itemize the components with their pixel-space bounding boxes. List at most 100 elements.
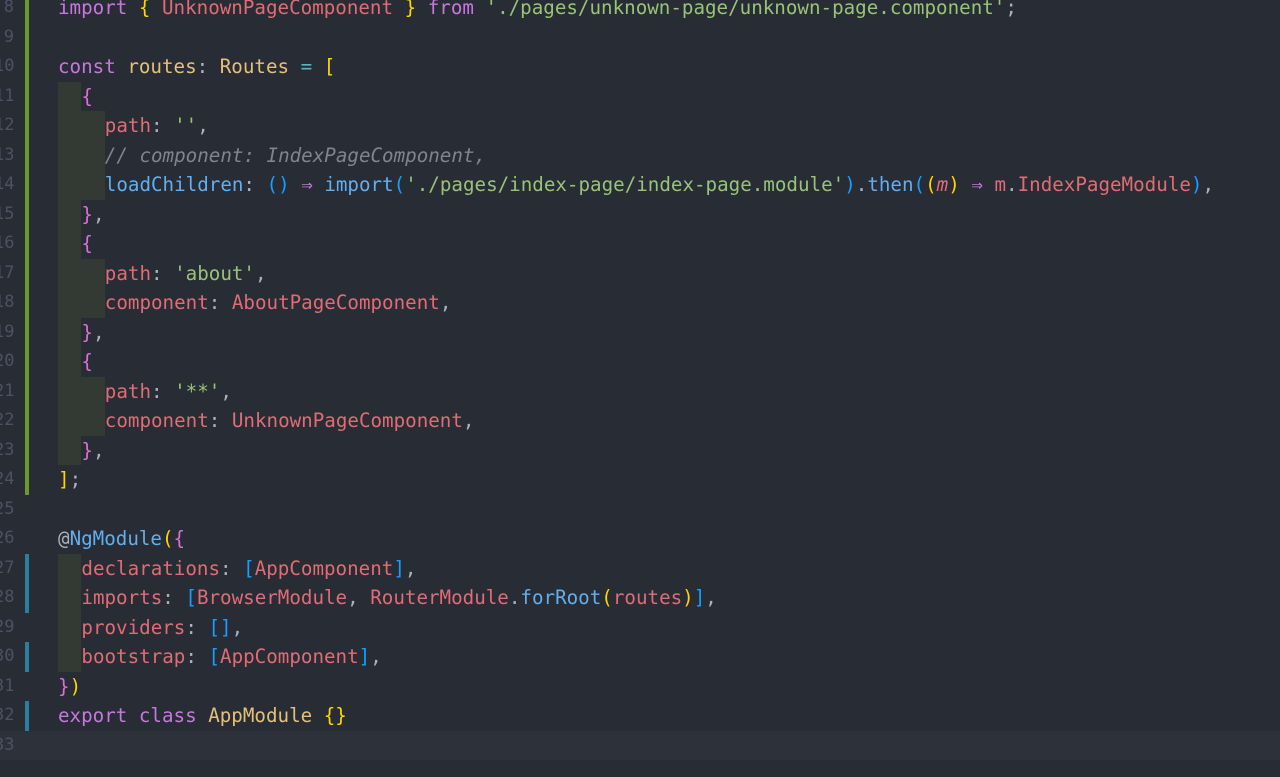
indent-guide — [58, 288, 82, 318]
code-line[interactable]: 33 — [0, 730, 1280, 761]
code-token: ⇒ — [971, 173, 983, 196]
code-token: , — [92, 320, 105, 344]
line-number: 10 — [0, 56, 14, 76]
code-token: '**' — [174, 379, 221, 403]
code-text: export class AppModule {} — [58, 701, 347, 731]
code-text: providers: [], — [81, 613, 243, 643]
git-change-marker — [25, 288, 29, 318]
git-change-marker — [25, 613, 29, 643]
code-line[interactable]: 23}, — [0, 435, 1280, 465]
line-number: 29 — [0, 616, 14, 637]
code-token: , — [92, 202, 105, 226]
git-change-marker — [25, 524, 29, 554]
code-token: ) — [682, 586, 694, 609]
code-line[interactable]: 15}, — [0, 199, 1280, 229]
git-change-marker — [25, 258, 29, 288]
code-token: ; — [1005, 0, 1017, 19]
code-line[interactable]: 28 imports: [BrowserModule, RouterModule.… — [0, 583, 1280, 613]
code-token: ] — [358, 645, 371, 668]
code-token: ] — [693, 586, 706, 609]
code-line[interactable]: 26 @NgModule({ — [0, 524, 1280, 554]
code-line[interactable]: 18 component: AboutPageComponent, — [0, 288, 1280, 318]
indent-guide — [58, 612, 82, 642]
line-number: 20 — [0, 351, 14, 371]
indent-guide — [81, 111, 105, 141]
code-line[interactable]: 27 declarations: [AppComponent], — [0, 553, 1280, 584]
git-change-marker — [25, 642, 29, 672]
line-number: 16 — [0, 233, 14, 253]
line-number: 23 — [0, 439, 14, 460]
code-token: path — [104, 379, 152, 403]
code-token: providers — [81, 615, 186, 639]
line-number: 22 — [0, 410, 14, 430]
code-token: } — [81, 320, 93, 344]
code-token: : — [208, 409, 232, 432]
git-change-marker — [25, 199, 29, 229]
code-text: { — [81, 82, 93, 112]
code-token: ) — [948, 173, 960, 196]
code-line[interactable]: 11 { — [0, 81, 1280, 112]
code-token: , — [231, 615, 244, 639]
code-token: { — [81, 84, 93, 108]
code-token: } — [81, 438, 93, 462]
code-line[interactable]: 32 export class AppModule {} — [0, 701, 1280, 731]
git-change-marker — [25, 347, 29, 377]
code-line[interactable]: 14loadChildren: () ⇒ import('./pages/ind… — [0, 170, 1280, 200]
code-token: ( — [601, 586, 613, 609]
git-change-marker — [25, 495, 29, 525]
code-line[interactable]: 21 path: '**', — [0, 376, 1280, 406]
code-line[interactable]: 13 // component: IndexPageComponent, — [0, 140, 1280, 170]
git-change-marker — [25, 731, 29, 761]
line-number: 24 — [0, 469, 14, 489]
code-token: [ — [323, 55, 336, 78]
code-token: UnknownPageComponent — [162, 0, 394, 19]
code-editor[interactable]: 8 import { UnknownPageComponent } from '.… — [0, 0, 1280, 777]
code-line[interactable]: 17 path: 'about', — [0, 258, 1280, 288]
code-line[interactable]: 29 providers: [], — [0, 612, 1280, 643]
code-line[interactable]: 30 bootstrap: [AppComponent], — [0, 642, 1280, 672]
code-token: ( — [925, 173, 937, 196]
code-line[interactable]: 19}, — [0, 317, 1280, 348]
code-token: '' — [174, 114, 198, 137]
code-line[interactable]: 8 import { UnknownPageComponent } from '.… — [0, 0, 1280, 23]
code-token: loadChildren — [104, 173, 244, 196]
code-line[interactable]: 25 — [0, 495, 1280, 525]
code-text: { — [81, 347, 93, 377]
code-text: }, — [81, 318, 104, 348]
code-token: AppComponent — [254, 556, 394, 580]
code-token: , — [255, 261, 267, 285]
code-token: , — [347, 586, 371, 609]
code-token: './pages/unknown-page/unknown-page.compo… — [485, 0, 1006, 19]
code-text: loadChildren: () ⇒ import('./pages/index… — [105, 170, 1214, 200]
code-token: AppComponent — [220, 645, 359, 668]
indent-guide — [58, 258, 82, 288]
indent-guide — [58, 406, 82, 436]
code-text: declarations: [AppComponent], — [81, 554, 416, 584]
code-line[interactable]: 22 component: UnknownPageComponent, — [0, 406, 1280, 436]
indent-guide — [58, 170, 82, 200]
code-line[interactable]: 10 const routes: Routes = [ — [0, 52, 1280, 82]
code-line[interactable]: 24]; — [0, 465, 1280, 495]
code-line[interactable]: 9 — [0, 22, 1280, 52]
code-token: { — [81, 350, 93, 373]
code-token: './pages/index-page/index-page.module' — [405, 173, 845, 196]
line-number: 13 — [0, 144, 14, 165]
code-token: routes — [127, 55, 197, 78]
code-token: ( — [161, 527, 174, 550]
git-change-marker — [25, 170, 29, 200]
git-change-marker — [25, 111, 29, 141]
code-line[interactable]: 31}) — [0, 672, 1280, 702]
git-change-marker — [25, 672, 29, 702]
code-line[interactable]: 16 { — [0, 229, 1280, 259]
code-token: ) — [844, 173, 856, 196]
git-change-marker — [25, 22, 29, 52]
code-line[interactable]: 12 path: '', — [0, 111, 1280, 141]
git-change-marker — [25, 583, 29, 613]
code-line[interactable]: 20 { — [0, 347, 1280, 377]
